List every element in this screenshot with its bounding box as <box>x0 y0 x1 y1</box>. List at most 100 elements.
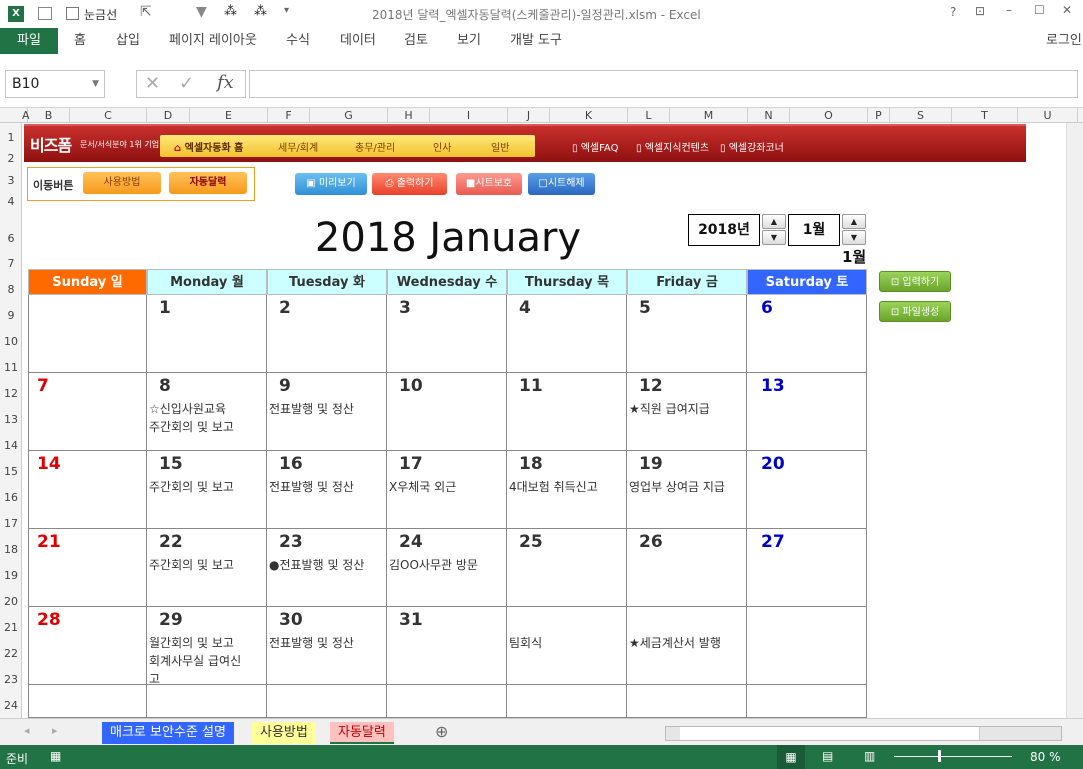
insert-function-icon[interactable]: fx <box>217 72 234 93</box>
nav-general-affairs[interactable]: 총무/관리 <box>355 139 395 154</box>
sheet-tab-usage[interactable]: 사용방법 <box>252 722 316 744</box>
ribbon-display-icon[interactable]: ⊡ <box>975 4 985 18</box>
calendar-day-cell[interactable] <box>507 685 627 718</box>
calendar-day-cell[interactable]: 4 <box>507 295 627 373</box>
tab-view[interactable]: 보기 <box>457 28 481 54</box>
nav-general[interactable]: 일반 <box>491 139 509 154</box>
formula-input[interactable] <box>249 70 1078 98</box>
nav-hr[interactable]: 인사 <box>433 139 451 154</box>
month-up-button[interactable]: ▲ <box>842 214 866 229</box>
calendar-day-cell[interactable]: 7 <box>28 373 147 451</box>
calendar-day-cell[interactable] <box>627 685 747 718</box>
add-sheet-icon[interactable]: ⊕ <box>435 722 448 741</box>
calendar-day-cell[interactable]: 6 <box>747 295 867 373</box>
calendar-day-cell[interactable]: 25 <box>507 529 627 607</box>
prev-sheet-icon[interactable]: ◂ <box>24 724 30 737</box>
row-header[interactable]: 12 <box>0 387 22 400</box>
column-header[interactable]: P <box>868 108 890 123</box>
calendar-day-cell[interactable]: 팀회식 <box>507 607 627 685</box>
calendar-day-cell[interactable]: 18 4대보험 취득신고 <box>507 451 627 529</box>
calendar-day-cell[interactable]: 21 <box>28 529 147 607</box>
column-header[interactable]: L <box>628 108 670 123</box>
row-header[interactable]: 4 <box>0 195 22 208</box>
page-layout-view-icon[interactable]: ▤ <box>822 749 833 763</box>
calendar-day-cell[interactable]: 22 주간회의 및 보고 <box>147 529 267 607</box>
calendar-day-cell[interactable]: ★세금계산서 발행 <box>627 607 747 685</box>
calendar-day-cell[interactable]: 24 김OO사무관 방문 <box>387 529 507 607</box>
cancel-icon[interactable]: ✕ <box>145 73 160 94</box>
enter-icon[interactable]: ✓ <box>179 73 194 94</box>
help-icon[interactable]: ? <box>950 5 956 19</box>
column-header[interactable]: F <box>268 108 310 123</box>
calendar-day-cell[interactable]: 8 ☆신입사원교육 주간회의 및 보고 <box>147 373 267 451</box>
calendar-day-cell[interactable] <box>267 685 387 718</box>
row-header[interactable]: 14 <box>0 439 22 452</box>
preview-button[interactable]: ▣ 미리보기 <box>295 173 367 195</box>
name-box[interactable]: B10 ▼ <box>5 70 105 98</box>
column-header[interactable]: S <box>890 108 952 123</box>
row-header[interactable]: 13 <box>0 413 22 426</box>
row-header[interactable]: 23 <box>0 673 22 686</box>
column-header[interactable]: B <box>28 108 70 123</box>
column-header[interactable]: I <box>430 108 508 123</box>
usage-button[interactable]: 사용방법 <box>83 172 161 194</box>
protect-sheet-button[interactable]: ■시트보호 <box>456 173 522 195</box>
column-header[interactable]: T <box>952 108 1018 123</box>
year-field[interactable]: 2018년 <box>688 214 760 246</box>
month-field[interactable]: 1월 <box>788 214 840 246</box>
row-header[interactable]: 24 <box>0 699 22 712</box>
column-header[interactable]: E <box>190 108 268 123</box>
calendar-day-cell[interactable]: 19 영업부 상여금 지급 <box>627 451 747 529</box>
gridlines-checkbox[interactable] <box>66 7 79 20</box>
bizforms-logo[interactable]: 비즈폼 <box>30 132 72 156</box>
hierarchy-icon[interactable]: ⁂ <box>224 4 237 19</box>
row-header[interactable]: 10 <box>0 335 22 348</box>
calendar-day-cell[interactable]: 1 <box>147 295 267 373</box>
input-button[interactable]: ⊡ 입력하기 <box>879 271 951 292</box>
calendar-day-cell[interactable]: 5 <box>627 295 747 373</box>
page-break-view-icon[interactable]: ▥ <box>864 749 875 763</box>
calendar-day-cell[interactable]: 13 <box>747 373 867 451</box>
zoom-level[interactable]: 80 % <box>1030 750 1061 764</box>
form-icon[interactable] <box>38 7 52 20</box>
column-header[interactable]: M <box>670 108 748 123</box>
calendar-day-cell[interactable] <box>28 295 147 373</box>
calendar-day-cell[interactable] <box>387 685 507 718</box>
row-header[interactable]: 8 <box>0 283 22 296</box>
calendar-day-cell[interactable]: 15 주간회의 및 보고 <box>147 451 267 529</box>
calendar-day-cell[interactable]: 17 X우체국 외근 <box>387 451 507 529</box>
calendar-day-cell[interactable]: 29 월간회의 및 보고 회계사무실 급여신 고 <box>147 607 267 685</box>
horizontal-scrollbar[interactable] <box>665 726 1062 741</box>
calendar-day-cell[interactable]: 12 ★직원 급여지급 <box>627 373 747 451</box>
customize-qat-icon[interactable]: ▾ <box>284 5 289 16</box>
close-icon[interactable]: ✕ <box>1062 3 1072 17</box>
calendar-day-cell[interactable]: 31 <box>387 607 507 685</box>
row-header[interactable]: 22 <box>0 647 22 660</box>
select-pointer-icon[interactable]: ⇱ <box>140 4 152 20</box>
tab-page-layout[interactable]: 페이지 레이아웃 <box>169 28 257 54</box>
column-header[interactable]: D <box>147 108 190 123</box>
row-header[interactable]: 21 <box>0 621 22 634</box>
row-header[interactable]: 19 <box>0 569 22 582</box>
calendar-day-cell[interactable] <box>747 607 867 685</box>
maximize-icon[interactable]: ☐ <box>1034 3 1045 17</box>
calendar-day-cell[interactable]: 14 <box>28 451 147 529</box>
tab-developer[interactable]: 개발 도구 <box>510 28 562 54</box>
macro-record-icon[interactable]: ▦ <box>50 749 61 763</box>
calendar-day-cell[interactable] <box>147 685 267 718</box>
row-header[interactable]: 15 <box>0 465 22 478</box>
hierarchy-icon-2[interactable]: ⁂ <box>254 4 267 19</box>
calendar-day-cell[interactable]: 27 <box>747 529 867 607</box>
column-header[interactable]: O <box>790 108 868 123</box>
calendar-day-cell[interactable]: 10 <box>387 373 507 451</box>
column-header[interactable]: C <box>70 108 147 123</box>
row-header[interactable]: 17 <box>0 517 22 530</box>
sheet-tab-auto-calendar[interactable]: 자동달력 <box>330 722 394 744</box>
calendar-day-cell[interactable]: 9 전표발행 및 정산 <box>267 373 387 451</box>
tab-home[interactable]: 홈 <box>74 28 86 54</box>
column-header[interactable]: K <box>550 108 628 123</box>
row-header[interactable]: 20 <box>0 595 22 608</box>
calendar-day-cell[interactable]: 3 <box>387 295 507 373</box>
calendar-day-cell[interactable]: 26 <box>627 529 747 607</box>
next-sheet-icon[interactable]: ▸ <box>52 724 58 737</box>
